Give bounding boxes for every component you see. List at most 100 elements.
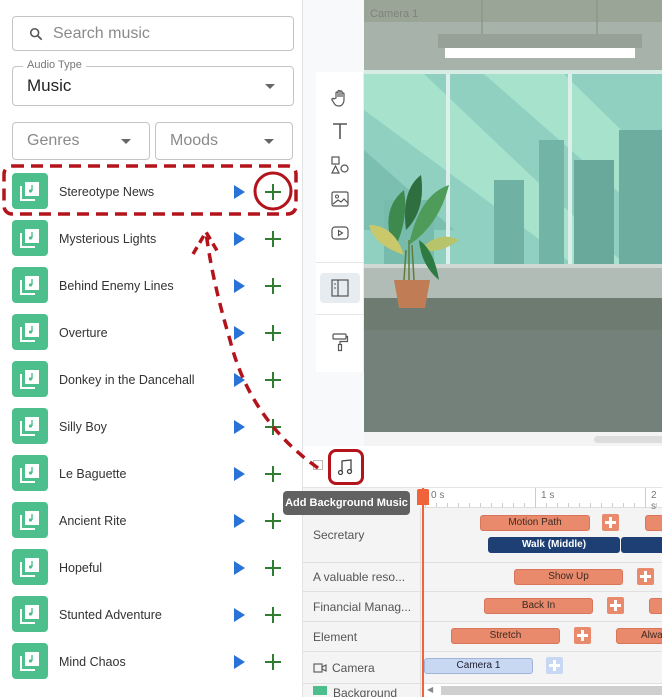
hand-tool-button[interactable]	[328, 86, 352, 110]
play-icon[interactable]	[234, 231, 245, 246]
ruler-minor-tick	[458, 503, 459, 507]
add-track-button[interactable]	[264, 277, 282, 295]
add-background-music-tooltip: Add Background Music	[283, 491, 410, 515]
music-thumbnail	[12, 549, 48, 585]
add-camera-button[interactable]	[546, 657, 563, 674]
ruler-minor-tick	[436, 503, 437, 507]
add-track-button[interactable]	[264, 512, 282, 530]
music-album-icon	[20, 511, 39, 530]
stretch-chip[interactable]: Stretch	[451, 628, 560, 644]
track-title: Le Baguette	[59, 466, 127, 481]
walk-chip-continued[interactable]	[621, 537, 662, 553]
add-animation-button[interactable]	[574, 627, 591, 644]
add-animation-button[interactable]	[637, 568, 654, 585]
scene-canvas[interactable]: Camera 1	[364, 0, 662, 432]
timeline-row-element: Element Stretch Alwa	[303, 622, 662, 652]
audio-type-select[interactable]: Audio Type Music	[12, 59, 294, 106]
back-in-chip[interactable]: Back In	[484, 598, 593, 614]
hand-icon	[331, 89, 345, 107]
play-icon[interactable]	[234, 654, 245, 669]
text-tool-button[interactable]	[328, 119, 352, 143]
scrollbar-thumb[interactable]	[594, 436, 662, 443]
music-album-icon	[20, 229, 39, 248]
music-thumbnail	[12, 643, 48, 679]
panel-tool-button[interactable]	[320, 273, 360, 303]
music-thumbnail	[12, 502, 48, 538]
animation-chip[interactable]	[645, 515, 662, 531]
shapes-tool-button[interactable]	[328, 153, 352, 177]
camera-icon	[313, 662, 327, 673]
moods-select[interactable]: Moods	[155, 122, 293, 160]
track-title: Mysterious Lights	[59, 231, 157, 246]
play-icon[interactable]	[234, 466, 245, 481]
animation-chip[interactable]	[649, 598, 662, 614]
add-track-button[interactable]	[264, 653, 282, 671]
video-tool-button[interactable]	[328, 221, 352, 245]
audio-type-legend: Audio Type	[23, 59, 86, 71]
always-chip[interactable]: Alwa	[616, 628, 662, 644]
track-list-item[interactable]: Hopeful	[0, 544, 303, 591]
playhead-handle[interactable]	[417, 489, 429, 505]
add-animation-button[interactable]	[607, 597, 624, 614]
panel-gutter	[316, 372, 364, 450]
music-album-icon	[20, 182, 39, 201]
scroll-left-arrow-icon[interactable]: ◀	[427, 685, 433, 694]
search-input[interactable]	[53, 24, 273, 43]
scrollbar-thumb[interactable]	[441, 686, 662, 695]
ruler-minor-tick	[546, 503, 547, 507]
timeline-horizontal-scrollbar[interactable]: ◀	[423, 684, 662, 697]
add-track-button[interactable]	[264, 230, 282, 248]
track-list-item[interactable]: Le Baguette	[0, 450, 303, 497]
image-icon	[331, 191, 349, 207]
track-list-item[interactable]: Behind Enemy Lines	[0, 262, 303, 309]
play-icon[interactable]	[234, 560, 245, 575]
play-icon[interactable]	[234, 325, 245, 340]
timeline-row-camera: Camera Camera 1	[303, 652, 662, 684]
track-list-item[interactable]: Silly Boy	[0, 403, 303, 450]
moods-label: Moods	[170, 132, 219, 149]
track-list-item[interactable]: Overture	[0, 309, 303, 356]
music-thumbnail	[12, 220, 48, 256]
add-track-button[interactable]	[264, 465, 282, 483]
music-album-icon	[20, 558, 39, 577]
track-title: Stereotype News	[59, 184, 155, 199]
track-list-item[interactable]: Mind Chaos	[0, 638, 303, 685]
track-list-item[interactable]: Stereotype News	[0, 168, 303, 215]
track-list-item[interactable]: Mysterious Lights	[0, 215, 303, 262]
add-track-button[interactable]	[264, 606, 282, 624]
search-icon	[29, 27, 43, 40]
track-title: Behind Enemy Lines	[59, 278, 174, 293]
timeline-toolbar	[303, 446, 662, 488]
track-list-item[interactable]: Donkey in the Dancehall	[0, 356, 303, 403]
motion-path-chip[interactable]: Motion Path	[480, 515, 590, 531]
play-icon[interactable]	[234, 278, 245, 293]
add-animation-button[interactable]	[602, 514, 619, 531]
add-track-button[interactable]	[264, 324, 282, 342]
timeline-ruler[interactable]: 0 s 1 s 2 s	[423, 488, 662, 512]
walk-middle-chip[interactable]: Walk (Middle)	[488, 537, 620, 553]
track-list-item[interactable]: Ancient Rite	[0, 497, 303, 544]
add-track-button[interactable]	[264, 559, 282, 577]
play-icon[interactable]	[234, 419, 245, 434]
genres-select[interactable]: Genres	[12, 122, 150, 160]
add-track-button[interactable]	[264, 371, 282, 389]
play-icon[interactable]	[234, 513, 245, 528]
add-track-button[interactable]	[264, 418, 282, 436]
checkbox[interactable]	[313, 460, 323, 470]
play-icon[interactable]	[234, 607, 245, 622]
play-icon[interactable]	[234, 184, 245, 199]
show-up-chip[interactable]: Show Up	[514, 569, 623, 585]
track-list-item[interactable]: Stunted Adventure	[0, 591, 303, 638]
ruler-tick-label: 0 s	[431, 490, 445, 501]
paint-tool-button[interactable]	[328, 330, 352, 354]
add-track-button[interactable]	[264, 183, 282, 201]
play-icon[interactable]	[234, 372, 245, 387]
add-background-music-button[interactable]	[328, 449, 364, 485]
canvas-horizontal-scrollbar[interactable]	[364, 432, 662, 446]
ruler-minor-tick	[612, 503, 613, 507]
music-album-icon	[20, 323, 39, 342]
image-tool-button[interactable]	[328, 187, 352, 211]
ruler-minor-tick	[568, 503, 569, 507]
camera-1-chip[interactable]: Camera 1	[424, 658, 533, 674]
search-box[interactable]	[12, 16, 294, 51]
